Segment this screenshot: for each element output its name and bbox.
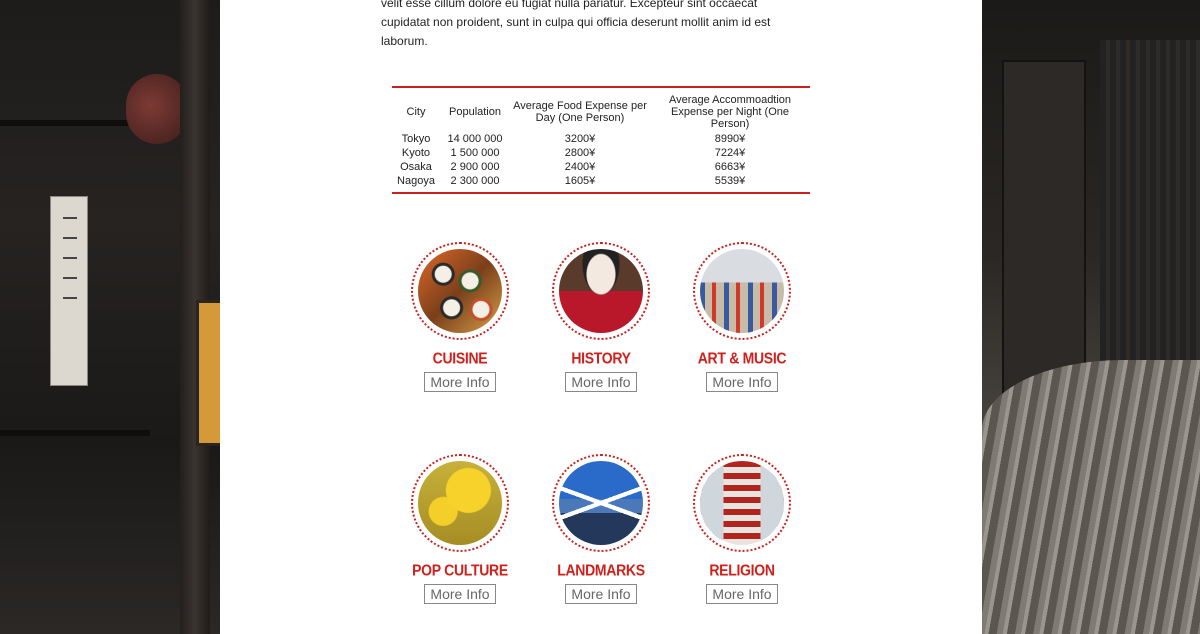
column-header-food-expense: Average Food Expense per Day (One Person…: [513, 100, 647, 124]
category-card-history: HISTORY More Info: [541, 242, 661, 392]
lantern: [126, 74, 188, 144]
more-info-button[interactable]: More Info: [424, 372, 496, 392]
cell-city: Osaka: [400, 161, 432, 173]
category-image-frame[interactable]: [411, 242, 509, 340]
category-image-frame[interactable]: [552, 454, 650, 552]
category-card-pop-culture: POP CULTURE More Info: [400, 454, 520, 604]
cell-population: 2 900 000: [450, 161, 500, 173]
cell-food-expense: 2800¥: [564, 147, 596, 159]
cell-accommodation-expense: 7224¥: [714, 147, 746, 159]
sushi-image: [418, 249, 502, 333]
cell-food-expense: 3200¥: [564, 133, 596, 145]
category-image-frame[interactable]: [411, 454, 509, 552]
more-info-button[interactable]: More Info: [706, 584, 778, 604]
category-card-religion: RELIGION More Info: [682, 454, 802, 604]
table-header-row: City Population Average Food Expense per…: [392, 94, 810, 132]
category-title: HISTORY: [571, 349, 631, 367]
table-row: Nagoya 2 300 000 1605¥ 5539¥: [392, 174, 810, 188]
pikachu-image: [418, 461, 502, 545]
carp-streamers-image: [700, 249, 784, 333]
category-card-art-music: ART & MUSIC More Info: [682, 242, 802, 392]
cell-accommodation-expense: 6663¥: [714, 161, 746, 173]
category-image-frame[interactable]: [693, 242, 791, 340]
cell-accommodation-expense: 5539¥: [714, 175, 746, 187]
cell-food-expense: 2400¥: [564, 161, 596, 173]
category-title: POP CULTURE: [412, 561, 508, 579]
category-title: RELIGION: [709, 561, 775, 579]
cell-population: 1 500 000: [450, 147, 500, 159]
cell-food-expense: 1605¥: [564, 175, 596, 187]
cell-population: 14 000 000: [447, 133, 503, 145]
cell-accommodation-expense: 8990¥: [714, 133, 746, 145]
table-row: Osaka 2 900 000 2400¥ 6663¥: [392, 160, 810, 174]
bamboo-fence: [982, 360, 1200, 634]
pole-plate: [196, 300, 220, 446]
intro-line: laborum.: [381, 34, 428, 48]
category-image-frame[interactable]: [693, 454, 791, 552]
more-info-button[interactable]: More Info: [565, 372, 637, 392]
intro-line: velit esse cillum dolore eu fugiat nulla…: [381, 0, 758, 10]
more-info-button[interactable]: More Info: [424, 584, 496, 604]
category-title: ART & MUSIC: [697, 349, 787, 367]
category-image-frame[interactable]: [552, 242, 650, 340]
category-card-landmarks: LANDMARKS More Info: [541, 454, 661, 604]
pagoda-image: [700, 461, 784, 545]
column-header-accommodation-expense: Average Accommoadtion Expense per Night …: [668, 94, 792, 130]
door: [1002, 60, 1086, 394]
cell-population: 2 300 000: [450, 175, 500, 187]
wall-beam: [0, 430, 150, 436]
intro-paragraph: velit esse cillum dolore eu fugiat nulla…: [381, 0, 831, 51]
main-content: velit esse cillum dolore eu fugiat nulla…: [220, 0, 982, 634]
category-card-cuisine: CUISINE More Info: [400, 242, 520, 392]
background-photo-left: [0, 0, 220, 634]
category-title: CUISINE: [432, 349, 488, 367]
cell-city: Nagoya: [397, 175, 435, 187]
table-row: Kyoto 1 500 000 2800¥ 7224¥: [392, 146, 810, 160]
column-header-population: Population: [449, 106, 501, 118]
cell-city: Kyoto: [401, 147, 431, 159]
column-header-city: City: [406, 106, 426, 118]
mount-fuji-image: [559, 461, 643, 545]
geisha-image: [559, 249, 643, 333]
more-info-button[interactable]: More Info: [565, 584, 637, 604]
table-row: Tokyo 14 000 000 3200¥ 8990¥: [392, 132, 810, 146]
poster: [50, 196, 88, 386]
background-photo-right: [982, 0, 1200, 634]
category-title: LANDMARKS: [557, 561, 645, 579]
intro-line: cupidatat non proident, sunt in culpa qu…: [381, 15, 771, 29]
city-expense-table: City Population Average Food Expense per…: [392, 86, 810, 194]
more-info-button[interactable]: More Info: [706, 372, 778, 392]
cell-city: Tokyo: [401, 133, 431, 145]
